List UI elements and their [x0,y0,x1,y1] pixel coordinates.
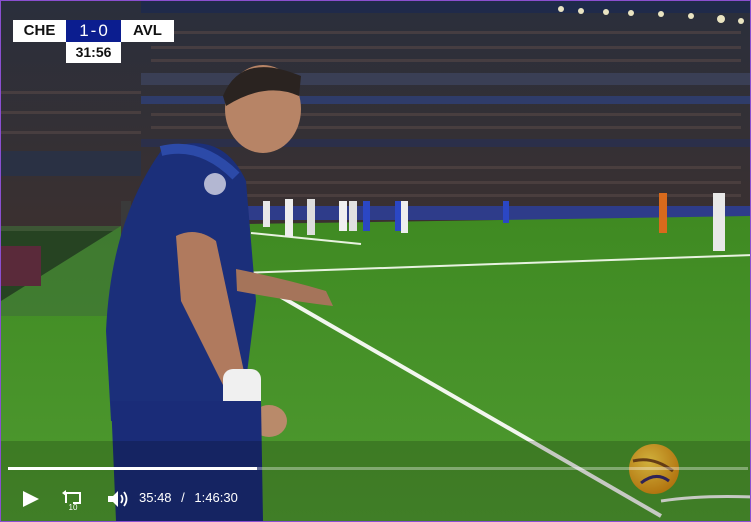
match-clock: 31:56 [66,42,121,63]
time-readout: 35:48 / 1:46:30 [139,490,244,505]
scoreboard: CHE 1 - 0 AVL 31:56 [13,20,174,63]
video-player[interactable]: CHE 1 - 0 AVL 31:56 10 35:48 / 1:46:30 [0,0,751,522]
away-score: 0 [98,21,108,40]
volume-button[interactable] [106,489,130,509]
away-team: AVL [121,20,174,42]
score-row: CHE 1 - 0 AVL [13,20,174,42]
seek-bar[interactable] [8,467,748,470]
seek-bar-progress [8,467,257,470]
volume-icon [108,491,128,507]
replay-10-icon: 10 [62,490,81,512]
duration: 1:46:30 [194,490,238,505]
match-scene [1,1,750,521]
current-time: 35:48 [139,490,172,505]
replay-10-button[interactable]: 10 [61,489,85,512]
home-team: CHE [13,20,66,42]
replay-seconds-label: 10 [69,503,78,511]
control-bar: 10 35:48 / 1:46:30 [1,481,750,517]
score-separator: - [90,21,97,40]
score: 1 - 0 [66,20,121,42]
play-button[interactable] [19,489,43,509]
home-score: 1 [79,21,89,40]
time-separator: / [181,490,185,505]
play-icon [23,491,39,507]
video-frame[interactable] [1,1,750,521]
